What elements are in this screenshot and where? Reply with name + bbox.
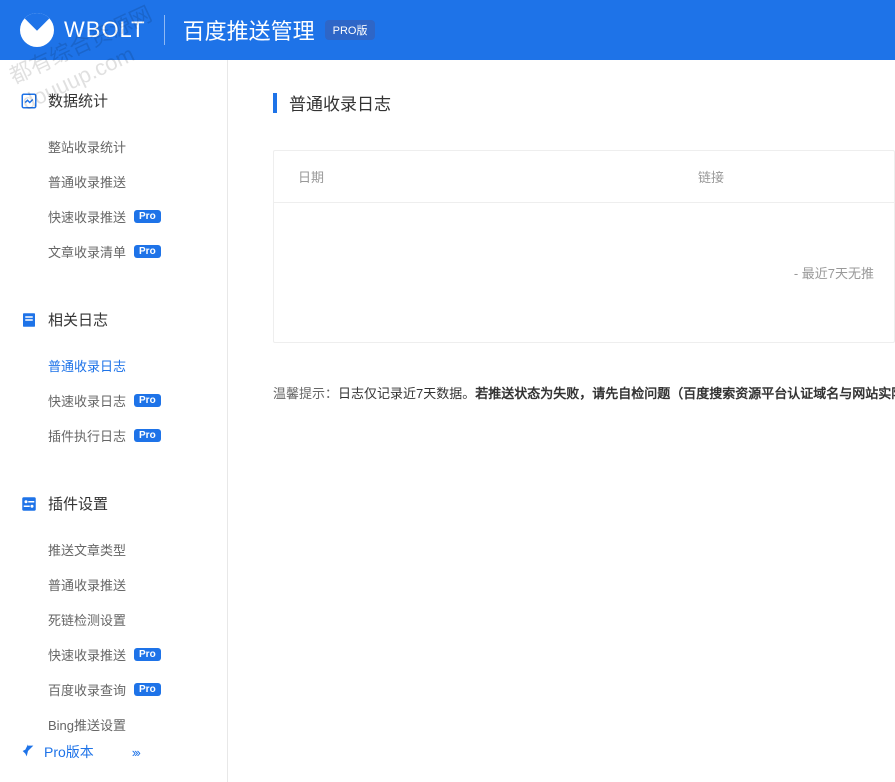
pro-badge: Pro — [134, 394, 161, 407]
pro-badge: Pro — [134, 210, 161, 223]
sidebar-item-site-stats[interactable]: 整站收录统计 — [48, 129, 227, 164]
nav-item-label: 百度收录查询 — [48, 680, 126, 699]
tip-text2: 若推送状态为失败，请先自检问题（百度搜索资源平台认证域名与网站实际 — [475, 386, 895, 401]
table-header-row: 日期 链接 — [274, 151, 894, 203]
nav-section-title: 数据统计 — [48, 90, 108, 111]
sidebar-pro-link[interactable]: Pro版本 ››› — [20, 742, 139, 762]
title-accent-bar — [273, 93, 277, 113]
nav-item-label: 快速收录推送 — [48, 645, 126, 664]
sidebar-item-fast-push-set[interactable]: 快速收录推送 Pro — [48, 637, 227, 672]
sidebar-item-deadlink[interactable]: 死链检测设置 — [48, 602, 227, 637]
log-table: 日期 链接 - 最近7天无推 — [273, 150, 895, 343]
nav-item-label: 快速收录日志 — [48, 391, 126, 410]
header-divider — [164, 15, 165, 45]
table-empty-state: - 最近7天无推 — [274, 203, 894, 342]
sidebar-item-bing-push[interactable]: Bing推送设置 — [48, 707, 227, 742]
nav-item-label: 普通收录日志 — [48, 356, 126, 375]
pro-badge: Pro — [134, 648, 161, 661]
pro-badge: Pro — [134, 683, 161, 696]
nav-section-header-stats[interactable]: 数据统计 — [20, 90, 227, 111]
logo: WBOLT — [20, 13, 146, 47]
rocket-icon — [20, 743, 36, 762]
sidebar-item-plugin-log[interactable]: 插件执行日志 Pro — [48, 418, 227, 453]
sidebar-item-normal-push[interactable]: 普通收录推送 — [48, 164, 227, 199]
sidebar-item-article-list[interactable]: 文章收录清单 Pro — [48, 234, 227, 269]
sidebar-item-normal-push-set[interactable]: 普通收录推送 — [48, 567, 227, 602]
nav-item-label: 整站收录统计 — [48, 137, 126, 156]
nav-item-label: 普通收录推送 — [48, 575, 126, 594]
logo-icon — [20, 13, 54, 47]
nav-section-header-settings[interactable]: 插件设置 — [20, 493, 227, 514]
sidebar-item-push-type[interactable]: 推送文章类型 — [48, 532, 227, 567]
nav-section-settings: 插件设置 推送文章类型 普通收录推送 死链检测设置 快速收录推送 Pro 百度收… — [20, 493, 227, 742]
nav-item-label: 插件执行日志 — [48, 426, 126, 445]
pro-badge: Pro — [134, 245, 161, 258]
nav-section-logs: 相关日志 普通收录日志 快速收录日志 Pro 插件执行日志 Pro — [20, 309, 227, 453]
page-title-header: 百度推送管理 — [183, 14, 315, 46]
sidebar-item-normal-log[interactable]: 普通收录日志 — [48, 348, 227, 383]
tip-label: 温馨提示： — [273, 386, 338, 401]
nav-section-header-logs[interactable]: 相关日志 — [20, 309, 227, 330]
chevron-right-icon: ››› — [132, 745, 139, 760]
nav-item-label: Bing推送设置 — [48, 715, 126, 734]
logo-text: WBOLT — [64, 17, 146, 43]
nav-item-label: 推送文章类型 — [48, 540, 126, 559]
pro-badge: Pro — [134, 429, 161, 442]
pro-badge-header: PRO版 — [325, 20, 376, 40]
app-header: WBOLT 百度推送管理 PRO版 — [0, 0, 895, 60]
sidebar-footer-label: Pro版本 — [44, 742, 94, 762]
footer-tip: 温馨提示：日志仅记录近7天数据。若推送状态为失败，请先自检问题（百度搜索资源平台… — [273, 383, 895, 402]
table-col-date: 日期 — [298, 167, 698, 186]
page-title-block: 普通收录日志 — [273, 90, 895, 115]
sidebar: 数据统计 整站收录统计 普通收录推送 快速收录推送 Pro 文章收录清单 Pro — [0, 60, 228, 782]
nav-item-label: 文章收录清单 — [48, 242, 126, 261]
sidebar-item-fast-push[interactable]: 快速收录推送 Pro — [48, 199, 227, 234]
settings-icon — [20, 495, 38, 513]
table-col-link: 链接 — [698, 167, 870, 186]
main-content: 普通收录日志 日期 链接 - 最近7天无推 温馨提示：日志仅记录近7天数据。若推… — [228, 60, 895, 782]
nav-item-label: 死链检测设置 — [48, 610, 126, 629]
sidebar-item-baidu-query[interactable]: 百度收录查询 Pro — [48, 672, 227, 707]
nav-section-title: 相关日志 — [48, 309, 108, 330]
nav-item-label: 普通收录推送 — [48, 172, 126, 191]
tip-text1: 日志仅记录近7天数据。 — [338, 386, 475, 401]
sidebar-item-fast-log[interactable]: 快速收录日志 Pro — [48, 383, 227, 418]
page-title-text: 普通收录日志 — [289, 90, 391, 115]
nav-item-label: 快速收录推送 — [48, 207, 126, 226]
nav-section-title: 插件设置 — [48, 493, 108, 514]
chart-icon — [20, 92, 38, 110]
document-icon — [20, 311, 38, 329]
nav-section-stats: 数据统计 整站收录统计 普通收录推送 快速收录推送 Pro 文章收录清单 Pro — [20, 90, 227, 269]
